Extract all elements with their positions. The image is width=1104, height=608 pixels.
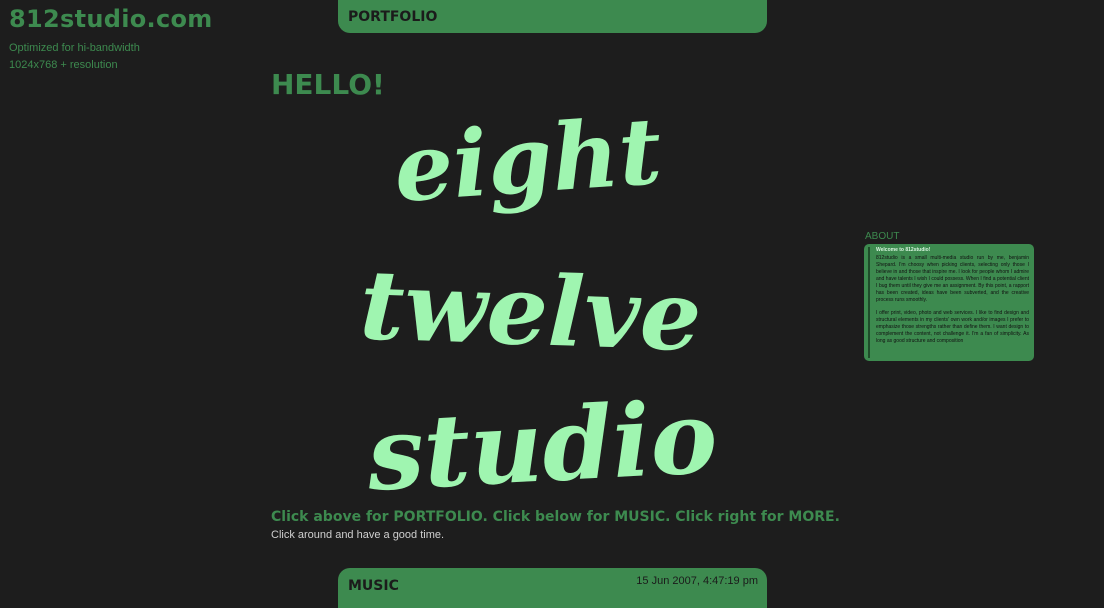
about-panel[interactable]: Welcome to 812studio! 812studio is a sma… bbox=[864, 244, 1034, 361]
about-title: Welcome to 812studio! bbox=[876, 247, 931, 253]
about-paragraph-2: I offer print, video, photo and web serv… bbox=[876, 310, 1029, 344]
greeting-heading: HELLO! bbox=[271, 68, 385, 101]
logo-graphic: eight twelve studio bbox=[358, 97, 720, 514]
site-title[interactable]: 812studio.com bbox=[9, 5, 213, 33]
navigation-instruction: Click above for PORTFOLIO. Click below f… bbox=[271, 509, 840, 525]
portfolio-tab[interactable]: PORTFOLIO bbox=[338, 0, 767, 33]
resolution-note: 1024x768 + resolution bbox=[9, 59, 118, 71]
portfolio-tab-label: PORTFOLIO bbox=[348, 9, 438, 25]
logo-word-twelve: twelve bbox=[358, 248, 703, 373]
about-paragraph-1: 812studio is a small multi-media studio … bbox=[876, 255, 1029, 303]
logo-word-studio: studio bbox=[363, 378, 720, 505]
music-tab-label: MUSIC bbox=[348, 578, 399, 594]
music-tab[interactable]: MUSIC 15 Jun 2007, 4:47:19 pm bbox=[338, 568, 767, 608]
welcome-subline: Click around and have a good time. bbox=[271, 529, 445, 541]
about-content: Welcome to 812studio! 812studio is a sma… bbox=[868, 247, 1029, 358]
eight-twelve-studio-logo[interactable]: eight twelve studio bbox=[355, 97, 765, 514]
bandwidth-note: Optimized for hi-bandwidth bbox=[9, 42, 140, 54]
logo-word-eight: eight bbox=[391, 110, 665, 223]
date-time-clock: 15 Jun 2007, 4:47:19 pm bbox=[636, 575, 758, 587]
about-heading[interactable]: ABOUT bbox=[865, 231, 899, 242]
